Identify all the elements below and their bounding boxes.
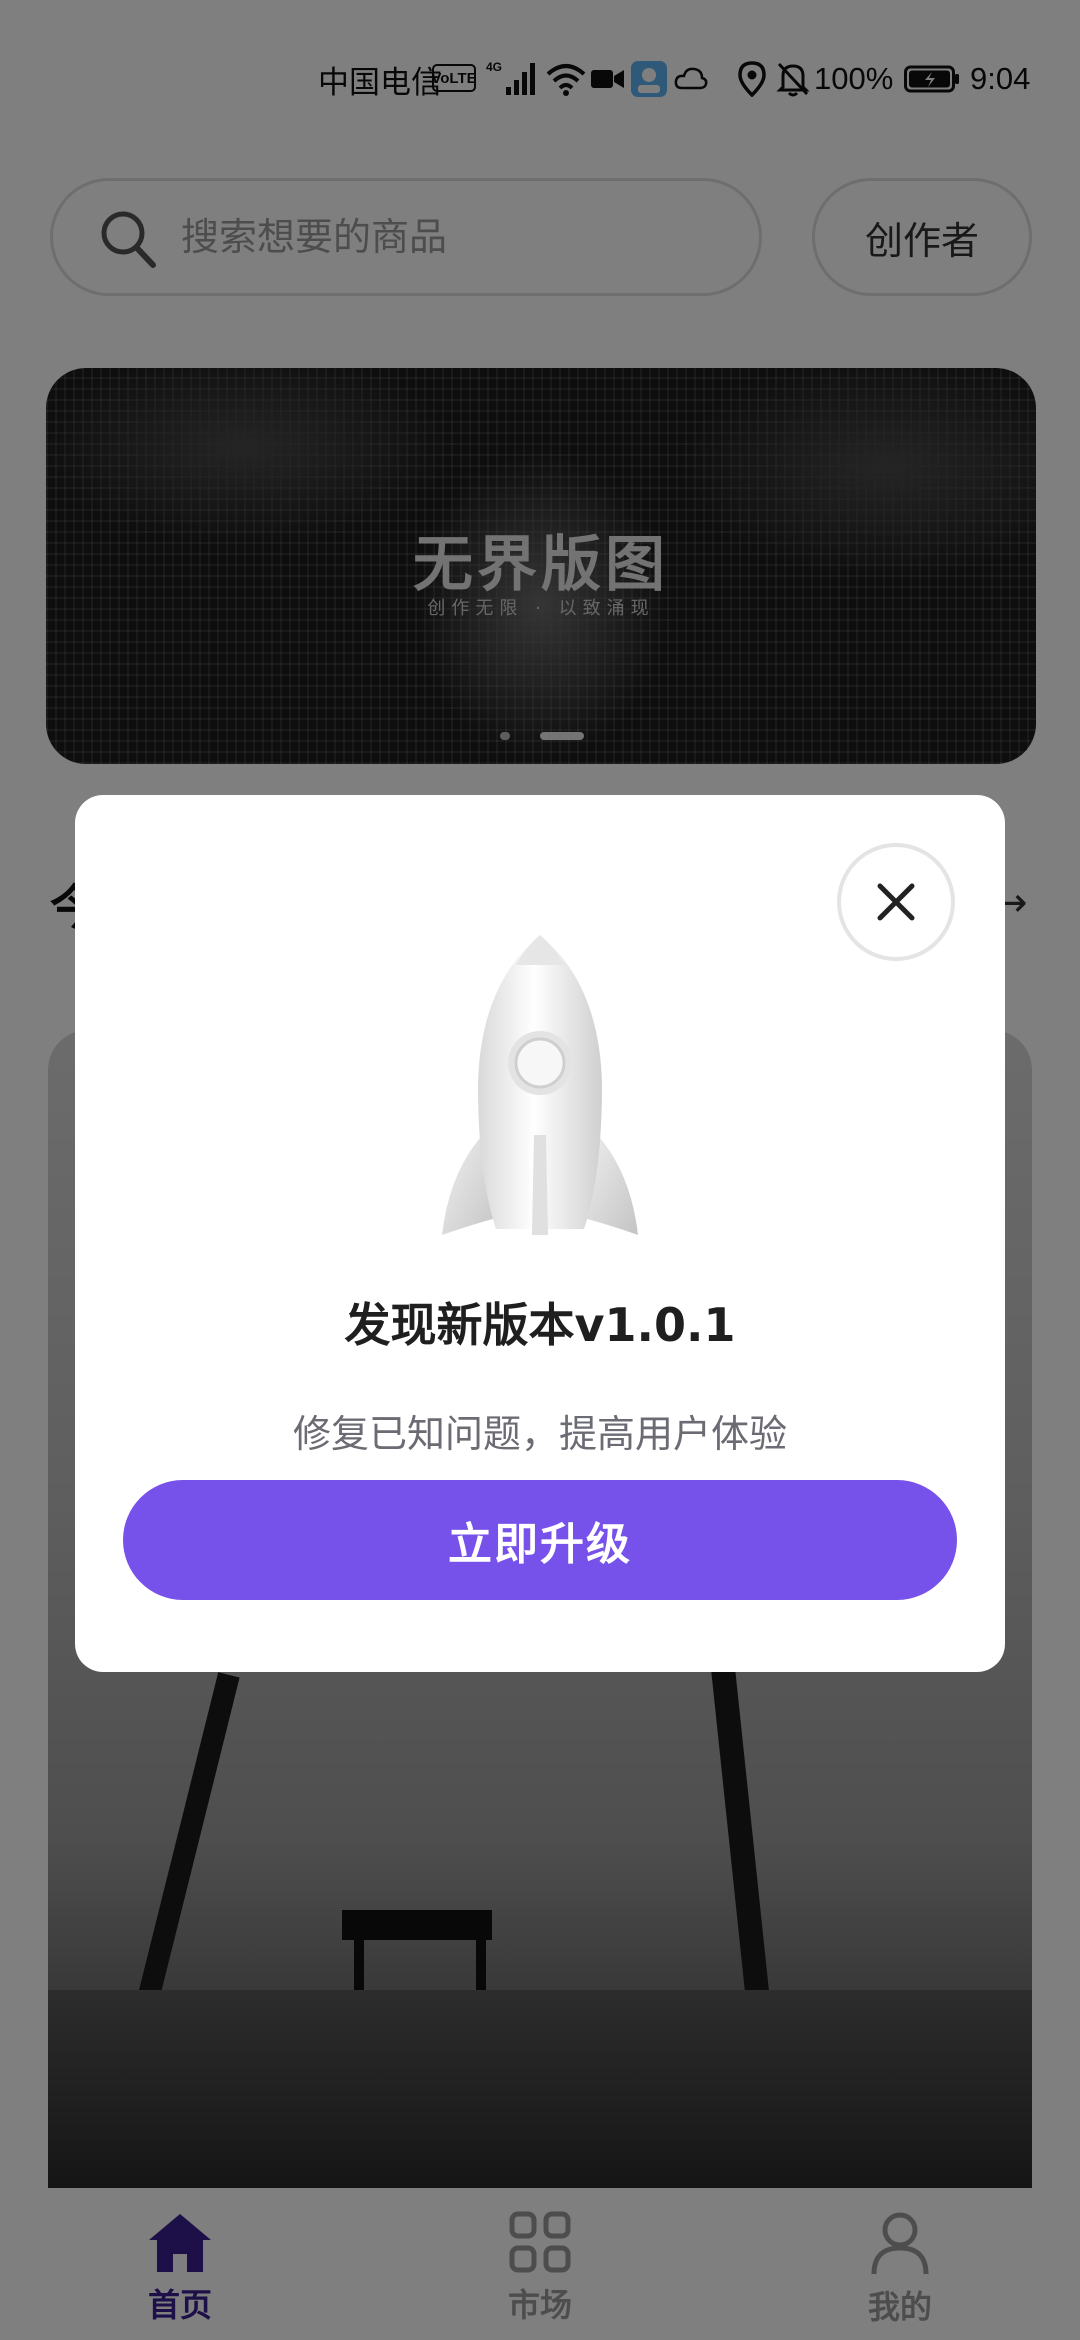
rocket-icon [442, 935, 638, 1235]
dialog-description: 修复已知问题，提高用户体验 [292, 1412, 787, 1456]
upgrade-now-button[interactable]: 立即升级 [123, 1480, 957, 1600]
update-dialog: 发现新版本v1.0.1 修复已知问题，提高用户体验 立即升级 [75, 795, 1005, 1672]
close-icon [877, 883, 915, 921]
close-button[interactable] [837, 843, 955, 961]
dialog-title: 发现新版本v1.0.1 [344, 1298, 736, 1352]
